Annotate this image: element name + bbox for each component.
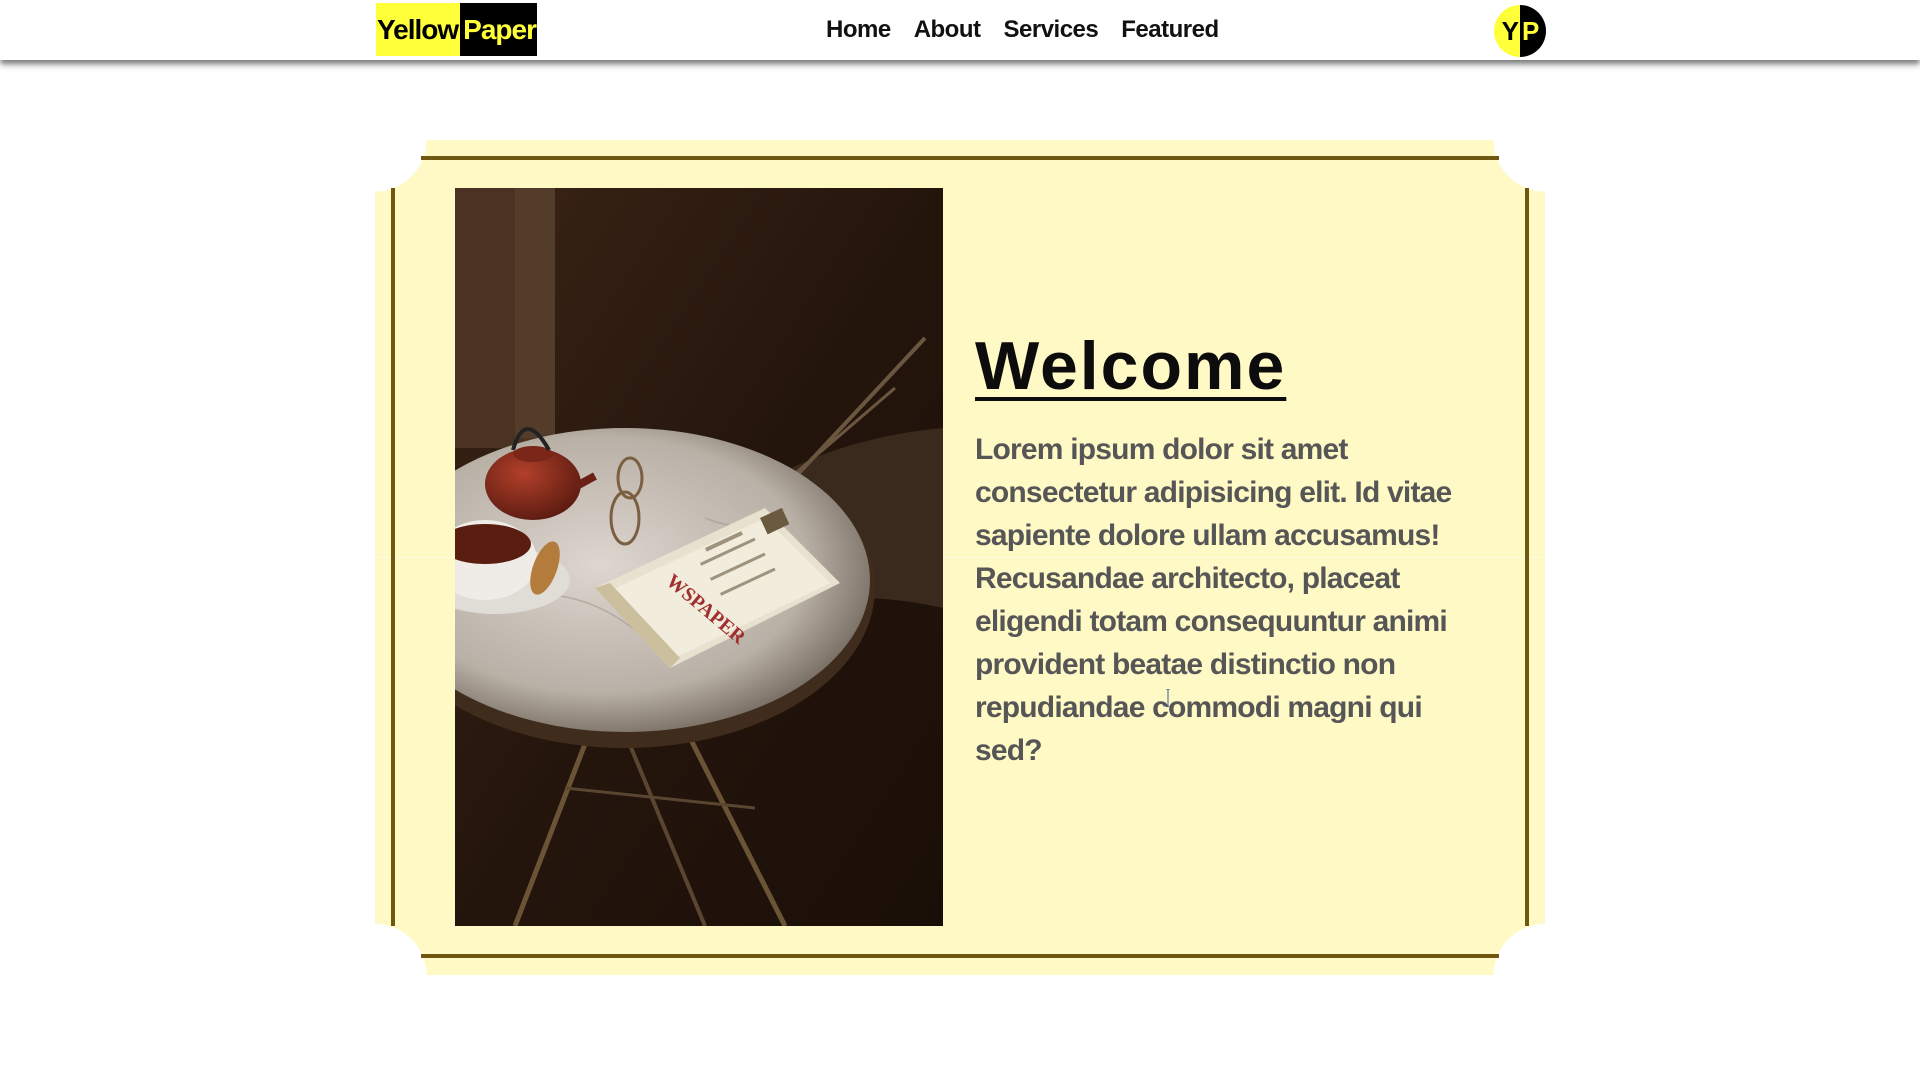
text-cursor-icon	[1166, 689, 1170, 707]
logo-yellow-text: Yellow	[376, 3, 461, 56]
logo-paper-text: Paper	[460, 3, 537, 56]
card-rule-left	[391, 188, 395, 926]
nav-featured[interactable]: Featured	[1121, 12, 1219, 48]
intro-paragraph: Lorem ipsum dolor sit amet consectetur a…	[975, 433, 1452, 767]
page-title: Welcome	[975, 328, 1287, 404]
card-rule-top	[421, 156, 1499, 160]
nav-services[interactable]: Services	[1004, 12, 1099, 48]
welcome-card: WSPAPER Welcome Lorem ipsum dolor sit am…	[375, 140, 1545, 975]
newspaper-tea-photo: WSPAPER	[455, 188, 943, 926]
badge-y: Y	[1494, 5, 1520, 57]
site-header: Yellow Paper Home About Services Feature…	[0, 0, 1920, 60]
nav-about[interactable]: About	[914, 12, 981, 48]
card-rule-bottom	[421, 954, 1499, 958]
yp-badge-icon[interactable]: Y P	[1494, 5, 1546, 57]
logo[interactable]: Yellow Paper	[376, 3, 537, 56]
card-rule-right	[1525, 188, 1529, 926]
badge-p: P	[1520, 5, 1546, 57]
main-nav: Home About Services Featured	[826, 12, 1219, 48]
nav-home[interactable]: Home	[826, 12, 891, 48]
